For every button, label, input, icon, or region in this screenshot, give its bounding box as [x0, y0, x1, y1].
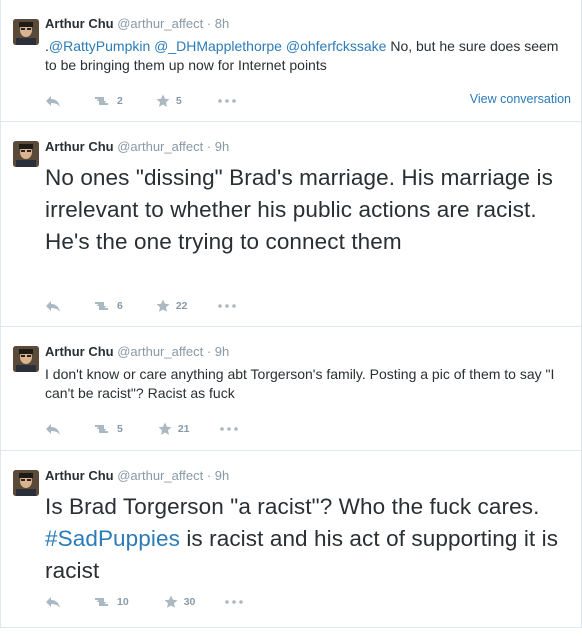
tweet-text: .@RattyPumpkin @_DHMapplethorpe @ohferfc… [45, 37, 573, 75]
fullname[interactable]: Arthur Chu [45, 16, 114, 31]
more-icon[interactable] [225, 600, 244, 604]
retweet-icon [92, 95, 111, 107]
favorite-button[interactable]: 21 [158, 422, 190, 436]
username[interactable]: @arthur_affect [117, 139, 203, 154]
view-conversation-link[interactable]: View conversation [470, 92, 571, 106]
avatar[interactable] [13, 470, 39, 496]
favorite-star-icon [156, 299, 170, 313]
timestamp[interactable]: 9h [215, 468, 229, 483]
more-icon[interactable] [217, 304, 236, 308]
reply-icon[interactable] [45, 299, 61, 313]
avatar[interactable] [13, 141, 39, 167]
fullname[interactable]: Arthur Chu [45, 468, 114, 483]
tweet-actions: 2 5 [45, 92, 236, 110]
avatar[interactable] [13, 346, 39, 372]
retweet-button[interactable]: 6 [92, 300, 123, 312]
mention-links[interactable]: @RattyPumpkin @_DHMapplethorpe @ohferfck… [49, 38, 387, 54]
timeline: Arthur Chu @arthur_affect · 8h .@RattyPu… [0, 0, 582, 628]
timestamp[interactable]: 8h [215, 16, 229, 31]
separator: · [206, 344, 212, 359]
reply-icon[interactable] [45, 422, 61, 436]
separator: · [206, 16, 212, 31]
tweet-header: Arthur Chu @arthur_affect · 9h [45, 344, 573, 360]
fullname[interactable]: Arthur Chu [45, 344, 114, 359]
separator: · [206, 468, 212, 483]
retweet-icon [92, 300, 111, 312]
favorite-count: 30 [183, 596, 196, 608]
avatar[interactable] [13, 19, 39, 45]
favorite-star-icon [164, 595, 178, 609]
retweet-button[interactable]: 2 [92, 95, 123, 107]
more-icon[interactable] [219, 427, 238, 431]
more-icon[interactable] [217, 99, 236, 103]
favorite-button[interactable]: 5 [156, 94, 182, 108]
separator: · [206, 139, 212, 154]
reply-icon[interactable] [45, 94, 61, 108]
favorite-star-icon [158, 422, 172, 436]
retweet-count: 10 [117, 596, 129, 608]
tweet[interactable]: Arthur Chu @arthur_affect · 9h No ones "… [0, 122, 582, 327]
retweet-button[interactable]: 10 [92, 596, 129, 608]
tweet-actions: 10 30 [45, 593, 244, 611]
retweet-icon [92, 596, 111, 608]
retweet-button[interactable]: 5 [92, 423, 123, 435]
retweet-count: 5 [117, 423, 123, 435]
favorite-count: 21 [177, 423, 190, 435]
timestamp[interactable]: 9h [215, 139, 229, 154]
tweet-text: Is Brad Torgerson "a racist"? Who the fu… [45, 491, 573, 587]
tweet[interactable]: Arthur Chu @arthur_affect · 8h .@RattyPu… [0, 0, 582, 122]
tweet-actions: 5 21 [45, 420, 238, 438]
tweet-header: Arthur Chu @arthur_affect · 9h [45, 139, 573, 155]
hashtag-link[interactable]: #SadPuppies [45, 526, 180, 551]
favorite-count: 5 [175, 95, 182, 107]
tweet[interactable]: Arthur Chu @arthur_affect · 9h Is Brad T… [0, 451, 582, 628]
username[interactable]: @arthur_affect [117, 16, 203, 31]
reply-icon[interactable] [45, 595, 61, 609]
favorite-star-icon [156, 94, 170, 108]
retweet-count: 6 [117, 300, 123, 312]
favorite-button[interactable]: 30 [164, 595, 196, 609]
username[interactable]: @arthur_affect [117, 468, 203, 483]
tweet-actions: 6 22 [45, 297, 236, 315]
retweet-icon [92, 423, 111, 435]
favorite-button[interactable]: 22 [156, 299, 188, 313]
text-before: Is Brad Torgerson "a racist"? Who the fu… [45, 494, 540, 519]
tweet[interactable]: Arthur Chu @arthur_affect · 9h I don't k… [0, 327, 582, 451]
tweet-header: Arthur Chu @arthur_affect · 9h [45, 468, 573, 484]
username[interactable]: @arthur_affect [117, 344, 203, 359]
tweet-header: Arthur Chu @arthur_affect · 8h [45, 16, 573, 32]
retweet-count: 2 [117, 95, 123, 107]
fullname[interactable]: Arthur Chu [45, 139, 114, 154]
tweet-text: I don't know or care anything abt Torger… [45, 366, 555, 401]
favorite-count: 22 [175, 300, 188, 312]
timestamp[interactable]: 9h [215, 344, 229, 359]
tweet-text: No ones "dissing" Brad's marriage. His m… [45, 165, 553, 254]
